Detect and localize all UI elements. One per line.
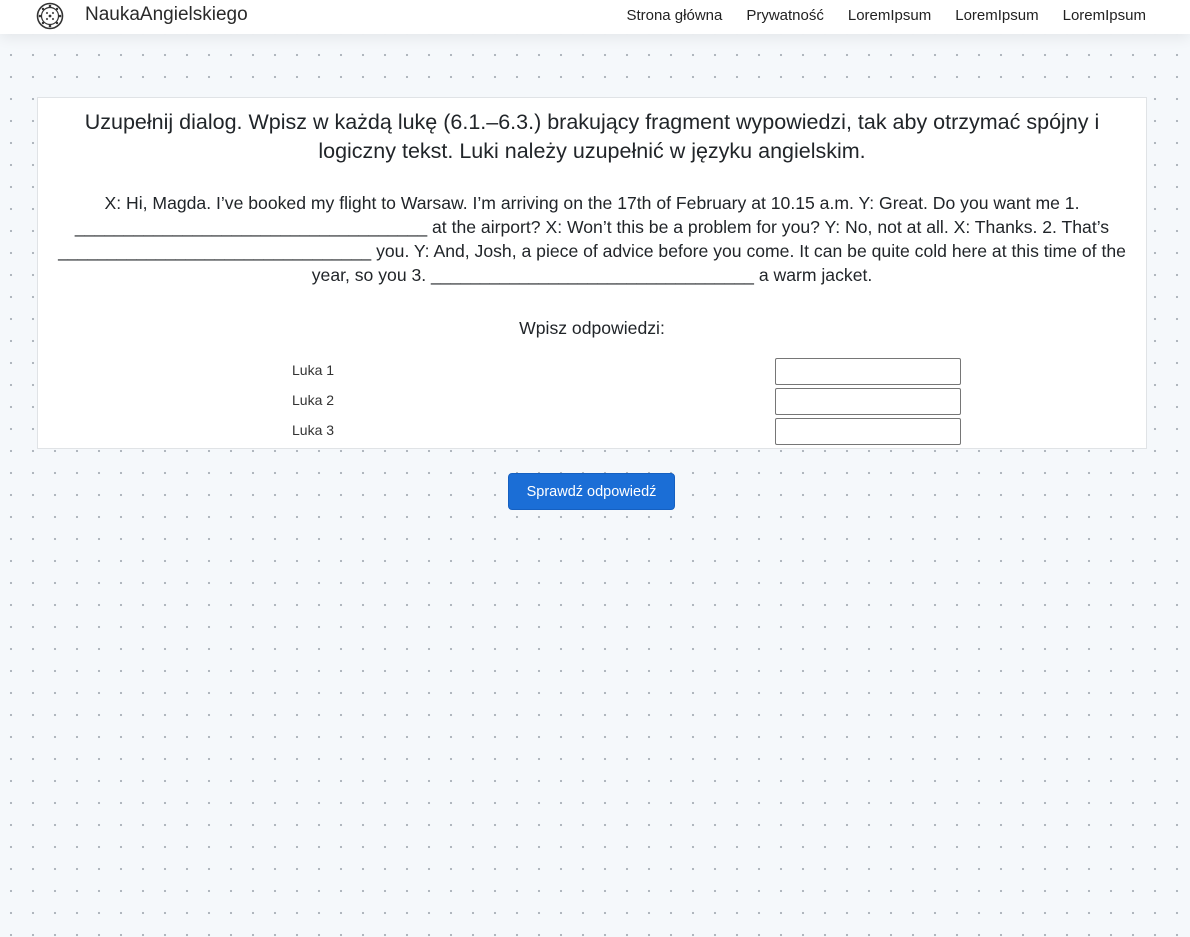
nav-link-home[interactable]: Strona główna — [626, 6, 722, 26]
check-answer-button[interactable]: Sprawdź odpowiedź — [508, 473, 675, 510]
exercise-card: Uzupełnij dialog. Wpisz w każdą lukę (6.… — [37, 97, 1147, 449]
task-instruction: Uzupełnij dialog. Wpisz w każdą lukę (6.… — [84, 110, 1100, 163]
gap-2-label: Luka 2 — [292, 392, 335, 408]
gear-dots-logo-icon[interactable] — [36, 2, 64, 30]
nav-link-privacy[interactable]: Prywatność — [746, 6, 824, 26]
gap-1-input[interactable] — [775, 358, 961, 385]
brand-name[interactable]: NaukaAngielskiego — [85, 4, 248, 26]
nav-link-loremipsum-1[interactable]: LoremIpsum — [848, 6, 931, 26]
nav-links: Strona główna Prywatność LoremIpsum Lore… — [626, 6, 1146, 26]
nav-link-loremipsum-3[interactable]: LoremIpsum — [1063, 6, 1146, 26]
gap-1-label: Luka 1 — [292, 362, 335, 378]
nav-link-loremipsum-2[interactable]: LoremIpsum — [955, 6, 1038, 26]
gap-3-label: Luka 3 — [292, 422, 335, 438]
answers-heading: Wpisz odpowiedzi: — [519, 318, 665, 338]
dialog-text: X: Hi, Magda. I’ve booked my flight to W… — [58, 193, 1126, 285]
navbar: NaukaAngielskiego Strona główna Prywatno… — [0, 0, 1190, 34]
gap-3-input[interactable] — [775, 418, 961, 445]
gap-2-input[interactable] — [775, 388, 961, 415]
